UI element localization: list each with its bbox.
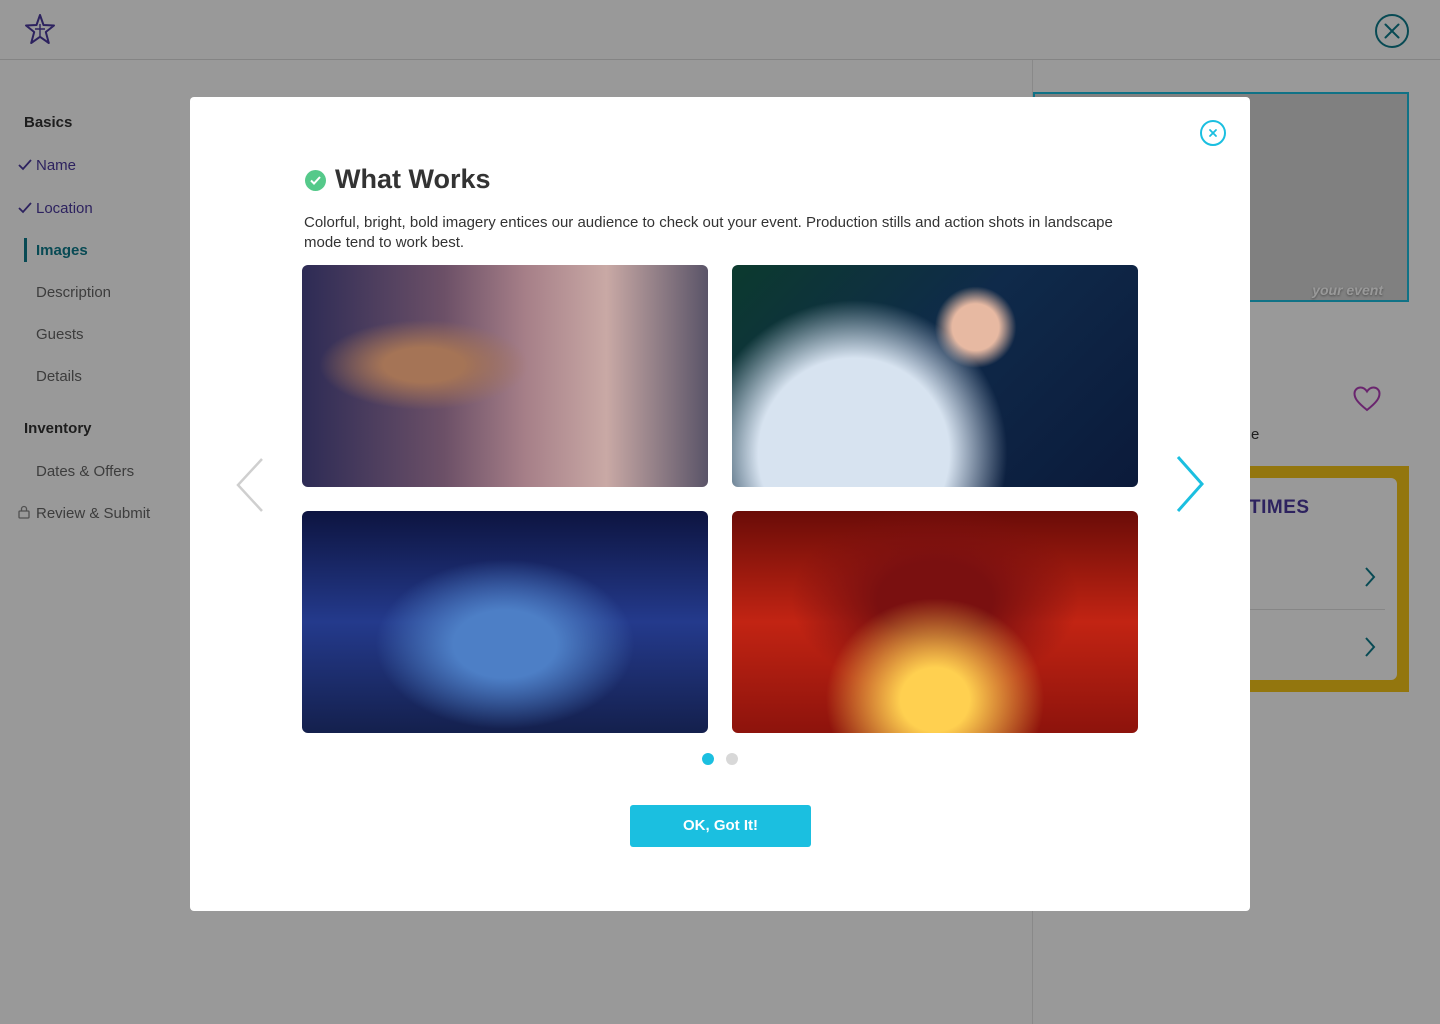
chevron-left-icon[interactable]	[234, 457, 266, 513]
ok-got-it-button[interactable]: OK, Got It!	[630, 805, 811, 847]
modal-title: What Works	[335, 164, 491, 194]
example-image-acrobats	[732, 511, 1138, 733]
what-works-modal: What Works Colorful, bright, bold imager…	[190, 97, 1250, 911]
chevron-right-icon[interactable]	[1174, 455, 1206, 513]
pagination-dot-1[interactable]	[702, 753, 714, 765]
modal-description: Colorful, bright, bold imagery entices o…	[304, 214, 1113, 251]
modal-close-button[interactable]	[1200, 120, 1226, 146]
close-icon	[1209, 129, 1217, 137]
example-image-basketball	[302, 265, 708, 487]
example-image-dance-stage	[302, 511, 708, 733]
example-image-bubble-performer	[732, 265, 1138, 487]
pagination-dot-2[interactable]	[726, 753, 738, 765]
success-check-icon	[305, 170, 326, 191]
